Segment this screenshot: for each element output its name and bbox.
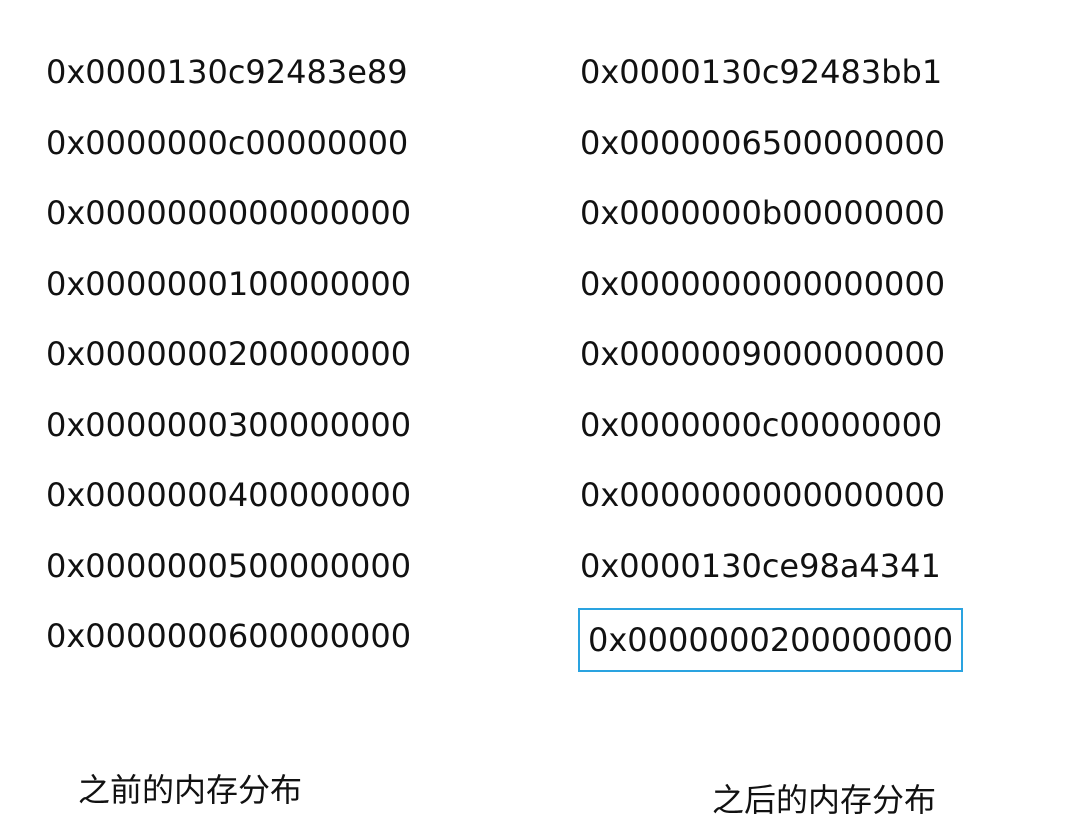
highlighted-memory-value: 0x0000000200000000 — [578, 608, 964, 672]
before-memory-caption: 之前的内存分布 — [78, 771, 303, 809]
after-memory-row-3: 0x0000000b00000000 — [580, 185, 963, 256]
after-memory-value: 0x0000000b00000000 — [580, 194, 945, 232]
before-memory-row-1: 0x0000130c92483e89 — [46, 44, 417, 115]
after-memory-caption: 之后的内存分布 — [712, 781, 937, 819]
after-memory-row-7: 0x0000000000000000 — [580, 467, 963, 538]
after-memory-column: 0x0000130c92483bb1 0x0000006500000000 0x… — [578, 44, 964, 679]
before-memory-row-6: 0x0000000300000000 — [46, 397, 417, 468]
before-memory-value: 0x0000000200000000 — [46, 335, 412, 373]
after-memory-row-4: 0x0000000000000000 — [580, 256, 963, 327]
after-memory-value: 0x0000130c92483bb1 — [580, 53, 943, 91]
after-memory-row-2: 0x0000006500000000 — [580, 115, 963, 186]
after-memory-row-5: 0x0000009000000000 — [580, 326, 963, 397]
after-memory-value: 0x0000009000000000 — [580, 335, 946, 373]
after-memory-value: 0x0000000000000000 — [580, 264, 946, 303]
after-memory-row-9-highlighted: 0x0000000200000000 — [578, 608, 964, 679]
before-memory-value: 0x0000130c92483e89 — [46, 53, 408, 91]
before-memory-row-8: 0x0000000500000000 — [46, 538, 417, 609]
before-memory-row-2: 0x0000000c00000000 — [46, 115, 417, 186]
before-memory-row-7: 0x0000000400000000 — [46, 467, 417, 538]
before-memory-value: 0x0000000400000000 — [46, 476, 412, 514]
before-memory-value: 0x0000000500000000 — [46, 546, 412, 585]
before-memory-column: 0x0000130c92483e89 0x0000000c00000000 0x… — [46, 44, 417, 679]
after-memory-value: 0x0000130ce98a4341 — [580, 546, 941, 585]
before-memory-value: 0x0000000300000000 — [46, 405, 412, 444]
before-memory-value: 0x0000000100000000 — [46, 264, 412, 303]
before-memory-row-3: 0x0000000000000000 — [46, 185, 417, 256]
after-memory-value: 0x0000006500000000 — [580, 123, 946, 162]
after-memory-value: 0x0000000000000000 — [580, 476, 946, 514]
before-memory-row-4: 0x0000000100000000 — [46, 256, 417, 327]
before-memory-row-9: 0x0000000600000000 — [46, 608, 417, 679]
before-memory-value: 0x0000000000000000 — [46, 194, 412, 232]
after-memory-row-8: 0x0000130ce98a4341 — [580, 538, 963, 609]
before-memory-row-5: 0x0000000200000000 — [46, 326, 417, 397]
after-memory-value: 0x0000000c00000000 — [580, 405, 943, 444]
after-memory-row-6: 0x0000000c00000000 — [580, 397, 963, 468]
before-memory-value: 0x0000000600000000 — [46, 617, 412, 655]
after-memory-row-1: 0x0000130c92483bb1 — [580, 44, 963, 115]
before-memory-value: 0x0000000c00000000 — [46, 123, 409, 162]
